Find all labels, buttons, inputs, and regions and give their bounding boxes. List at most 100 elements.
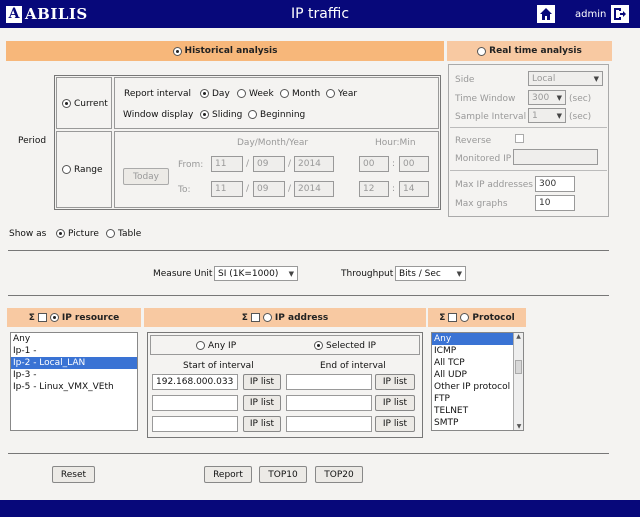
side-select[interactable]: Local ▼	[528, 71, 603, 86]
any-ip-option[interactable]: Any IP	[196, 341, 236, 351]
to-hour-input[interactable]: 12	[359, 181, 389, 197]
week-radio[interactable]	[237, 89, 246, 98]
ip-list-button[interactable]: IP list	[243, 395, 281, 411]
beginning-radio[interactable]	[248, 110, 257, 119]
protocol-scrollbar[interactable]: ▲ ▼	[513, 333, 523, 430]
home-button[interactable]	[536, 4, 556, 24]
today-button[interactable]: Today	[123, 168, 169, 185]
max-ip-input[interactable]: 300	[535, 176, 575, 192]
month-radio[interactable]	[280, 89, 289, 98]
reset-button[interactable]: Reset	[52, 466, 95, 483]
list-item[interactable]: Ip-1 -	[11, 345, 137, 357]
scroll-down-icon[interactable]: ▼	[514, 423, 523, 430]
list-item[interactable]: SMTP	[432, 417, 523, 429]
picture-radio[interactable]	[56, 229, 65, 238]
end-ip-input[interactable]	[286, 374, 372, 390]
historical-radio[interactable]	[172, 46, 182, 56]
top10-button[interactable]: TOP10	[259, 466, 307, 483]
ip-resource-radio[interactable]	[49, 313, 59, 322]
from-month-input[interactable]: 09	[253, 156, 285, 172]
throughput-select[interactable]: Bits / Sec ▼	[395, 266, 466, 281]
from-min-input[interactable]: 00	[399, 156, 429, 172]
selected-ip-radio[interactable]	[314, 341, 323, 350]
reverse-checkbox[interactable]	[515, 134, 524, 143]
protocol-radio[interactable]	[460, 313, 470, 322]
list-item[interactable]: Other IP protocol	[432, 381, 523, 393]
selected-ip-option[interactable]: Selected IP	[314, 341, 376, 351]
home-icon	[540, 8, 552, 20]
tab-realtime-analysis[interactable]: Real time analysis	[447, 41, 612, 61]
scroll-up-icon[interactable]: ▲	[514, 333, 523, 340]
sliding-radio[interactable]	[200, 110, 209, 119]
interval-month[interactable]: Month	[280, 89, 320, 99]
interval-year[interactable]: Year	[326, 89, 357, 99]
interval-week[interactable]: Week	[237, 89, 274, 99]
colon-sep: :	[392, 159, 396, 169]
window-sliding[interactable]: Sliding	[200, 110, 242, 120]
end-ip-input[interactable]	[286, 395, 372, 411]
start-ip-input[interactable]	[152, 416, 238, 432]
from-year-input[interactable]: 2014	[294, 156, 334, 172]
report-button[interactable]: Report	[204, 466, 252, 483]
from-hour-input[interactable]: 00	[359, 156, 389, 172]
top20-button[interactable]: TOP20	[315, 466, 363, 483]
max-graphs-label: Max graphs	[455, 199, 508, 209]
sample-interval-select[interactable]: 1 ▼	[528, 108, 566, 123]
scroll-thumb[interactable]	[515, 360, 522, 374]
protocol-sum-checkbox[interactable]	[448, 313, 458, 322]
ip-list-button[interactable]: IP list	[243, 374, 281, 390]
interval-day[interactable]: Day	[200, 89, 230, 99]
list-item[interactable]: Ip-5 - Linux_VMX_VEth	[11, 381, 137, 393]
list-item[interactable]: Ip-2 - Local_LAN	[11, 357, 137, 369]
show-table-option[interactable]: Table	[106, 229, 141, 239]
list-item[interactable]: All TCP	[432, 357, 523, 369]
realtime-radio[interactable]	[477, 46, 487, 56]
ip-list-button[interactable]: IP list	[375, 395, 415, 411]
ip-list-button[interactable]: IP list	[375, 416, 415, 432]
range-radio[interactable]	[62, 165, 71, 174]
window-beginning[interactable]: Beginning	[248, 110, 305, 120]
ip-list-button[interactable]: IP list	[375, 374, 415, 390]
current-option[interactable]: Current	[62, 99, 108, 109]
ip-address-title: IP address	[274, 312, 329, 323]
range-option[interactable]: Range	[62, 165, 103, 175]
ip-address-sum-checkbox[interactable]	[250, 313, 260, 322]
time-window-select[interactable]: 300 ▼	[528, 90, 566, 105]
ip-resource-sum-checkbox[interactable]	[37, 313, 47, 322]
to-min-input[interactable]: 14	[399, 181, 429, 197]
ip-resource-title: IP resource	[61, 312, 120, 323]
year-radio[interactable]	[326, 89, 335, 98]
start-ip-input[interactable]	[152, 395, 238, 411]
from-day-input[interactable]: 11	[211, 156, 243, 172]
to-year-input[interactable]: 2014	[294, 181, 334, 197]
any-ip-radio[interactable]	[196, 341, 205, 350]
table-radio[interactable]	[106, 229, 115, 238]
end-interval-header: End of interval	[320, 361, 386, 371]
end-ip-input[interactable]	[286, 416, 372, 432]
ip-address-radio[interactable]	[262, 313, 272, 322]
list-item[interactable]: ICMP	[432, 345, 523, 357]
list-item[interactable]: FTP	[432, 393, 523, 405]
max-graphs-input[interactable]: 10	[535, 195, 575, 211]
tab-historical-analysis[interactable]: Historical analysis	[6, 41, 444, 61]
to-label: To:	[178, 185, 191, 195]
logout-button[interactable]	[610, 4, 630, 24]
max-ip-label: Max IP addresses	[455, 180, 533, 190]
list-item[interactable]: TELNET	[432, 405, 523, 417]
current-radio[interactable]	[62, 99, 71, 108]
to-month-input[interactable]: 09	[253, 181, 285, 197]
show-picture-option[interactable]: Picture	[56, 229, 99, 239]
measure-unit-select[interactable]: SI (1K=1000) ▼	[214, 266, 298, 281]
list-item[interactable]: Ip-3 -	[11, 369, 137, 381]
protocol-list[interactable]: ▲ ▼ Any ICMP All TCP All UDP Other IP pr…	[431, 332, 524, 431]
ip-list-button[interactable]: IP list	[243, 416, 281, 432]
list-item[interactable]: Any	[432, 333, 513, 345]
day-radio[interactable]	[200, 89, 209, 98]
list-item[interactable]: All UDP	[432, 369, 523, 381]
start-ip-input[interactable]: 192.168.000.033	[152, 374, 238, 390]
to-day-input[interactable]: 11	[211, 181, 243, 197]
list-item[interactable]: Any	[11, 333, 137, 345]
ip-resource-header: Σ IP resource	[7, 308, 141, 327]
ip-resource-list[interactable]: Any Ip-1 - Ip-2 - Local_LAN Ip-3 - Ip-5 …	[10, 332, 138, 431]
monitored-ip-input[interactable]	[513, 149, 598, 165]
